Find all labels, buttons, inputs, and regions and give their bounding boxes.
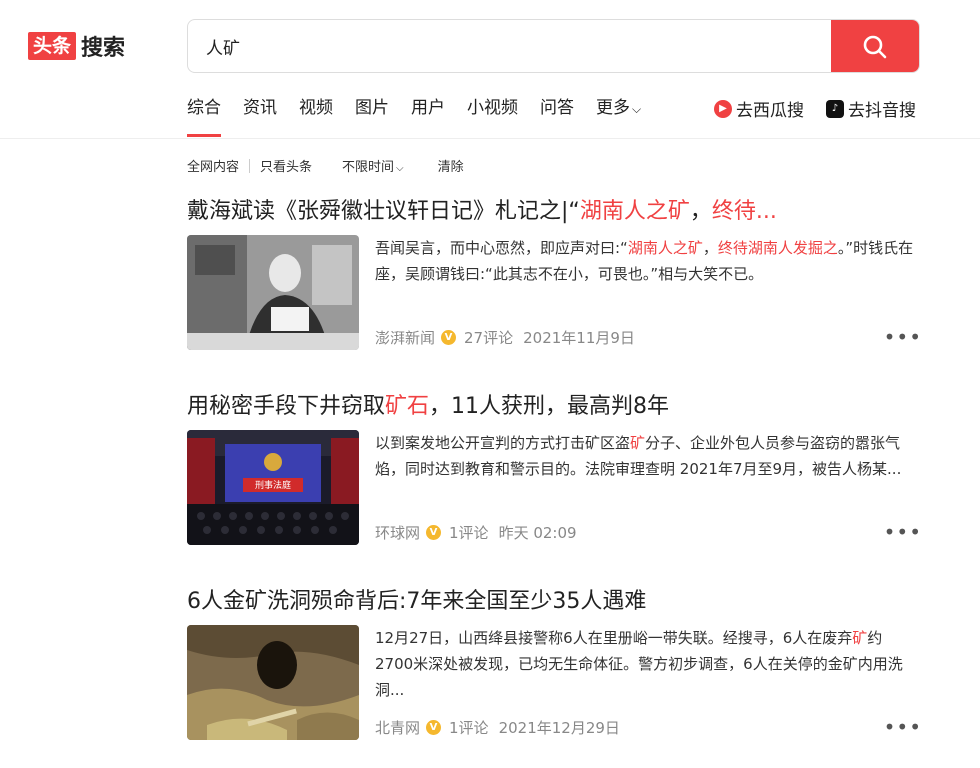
verified-icon: V bbox=[426, 720, 442, 735]
thumbnail-image: 刑事法庭 bbox=[187, 430, 359, 545]
xigua-icon: ▶ bbox=[714, 99, 732, 118]
title-part: 戴海斌读《张舜徽壮议轩日记》札记之|“ bbox=[187, 199, 580, 224]
tab-qa[interactable]: 问答 bbox=[540, 96, 574, 137]
logo-text: 搜索 bbox=[81, 36, 126, 61]
result-title[interactable]: 6人金矿洗洞殒命背后:7年来全国至少35人遇难 bbox=[187, 587, 922, 617]
result-snippet: 12月27日，山西绛县接警称6人在里册峪一带失联。经搜寻，6人在废弃矿约2700… bbox=[375, 625, 915, 703]
filter-time-dropdown[interactable]: 不限时间 ⌵ bbox=[342, 156, 404, 175]
snippet-highlight: 湖南人之矿 bbox=[627, 239, 703, 257]
go-douyin-link[interactable]: ♪ 去抖音搜 bbox=[826, 96, 916, 121]
thumbnail-image bbox=[187, 235, 359, 350]
go-douyin-label: 去抖音搜 bbox=[848, 101, 916, 121]
more-options-icon[interactable]: ••• bbox=[884, 522, 922, 542]
result-source[interactable]: 环球网 bbox=[375, 522, 420, 543]
tab-news[interactable]: 资讯 bbox=[243, 96, 277, 137]
douyin-icon: ♪ bbox=[826, 99, 844, 118]
court-sign-text: 刑事法庭 bbox=[255, 479, 291, 491]
result-time: 2021年12月29日 bbox=[498, 719, 620, 737]
tab-short-video[interactable]: 小视频 bbox=[467, 96, 518, 137]
tab-more[interactable]: 更多 ⌵ bbox=[596, 96, 641, 137]
search-result: 6人金矿洗洞殒命背后:7年来全国至少35人遇难 12月27日，山西绛县接警称6人… bbox=[187, 587, 922, 741]
result-body: 吾闻吴言，而中心恧然，即应声对曰:“湖南人之矿，终待湖南人发掘之。”时钱氏在座，… bbox=[187, 235, 922, 351]
filter-clear[interactable]: 清除 bbox=[438, 156, 464, 175]
title-part: 用秘密手段下井窃取 bbox=[187, 394, 386, 419]
result-body: 刑事法庭 以到案发地公开宣判的方式打击矿区盗矿分子、企业外包人员参与盗窃的嚣张气… bbox=[187, 430, 922, 546]
result-title[interactable]: 用秘密手段下井窃取矿石，11人获刑，最高判8年 bbox=[187, 392, 922, 422]
result-body: 12月27日，山西绛县接警称6人在里册峪一带失联。经搜寻，6人在废弃矿约2700… bbox=[187, 625, 922, 741]
result-thumbnail[interactable]: 刑事法庭 bbox=[187, 430, 359, 545]
title-part: ， bbox=[689, 199, 712, 224]
result-meta: 澎湃新闻 V 27评论 2021年11月9日 bbox=[375, 327, 645, 348]
verified-icon: V bbox=[426, 525, 442, 540]
top-bar: 头条 搜索 综合 资讯 视频 图片 用户 小视频 问答 更多⌵ ▶ 去西瓜搜 ♪… bbox=[0, 0, 980, 139]
title-highlight: 湖南人之矿 bbox=[579, 199, 690, 224]
tab-video[interactable]: 视频 bbox=[299, 96, 333, 137]
title-part: ，11人获刑，最高判8年 bbox=[429, 394, 670, 419]
snippet-highlight: 矿 bbox=[852, 629, 868, 647]
result-time: 昨天 02:09 bbox=[498, 524, 577, 542]
result-snippet: 以到案发地公开宣判的方式打击矿区盗矿分子、企业外包人员参与盗窃的嚣张气焰，同时达… bbox=[375, 430, 915, 482]
go-xigua-link[interactable]: ▶ 去西瓜搜 bbox=[714, 96, 804, 121]
filter-only-toutiao[interactable]: 只看头条 bbox=[260, 156, 312, 175]
more-options-icon[interactable]: ••• bbox=[884, 717, 922, 737]
chevron-down-icon: ⌵ bbox=[632, 102, 642, 116]
thumbnail-image bbox=[187, 625, 359, 740]
snippet-part: 12月27日，山西绛县接警称6人在里册峪一带失联。经搜寻，6人在废弃 bbox=[375, 629, 853, 647]
result-time: 2021年11月9日 bbox=[523, 329, 635, 347]
result-snippet: 吾闻吴言，而中心恧然，即应声对曰:“湖南人之矿，终待湖南人发掘之。”时钱氏在座，… bbox=[375, 235, 915, 287]
go-xigua-label: 去西瓜搜 bbox=[736, 101, 804, 121]
title-highlight: 终待... bbox=[711, 199, 777, 224]
search-input[interactable] bbox=[188, 20, 828, 72]
result-source[interactable]: 北青网 bbox=[375, 717, 420, 738]
snippet-highlight: 矿 bbox=[630, 434, 646, 452]
snippet-highlight: 终待湖南人发掘之 bbox=[717, 239, 838, 257]
filter-all-content[interactable]: 全网内容 bbox=[187, 156, 239, 175]
result-thumbnail[interactable] bbox=[187, 235, 359, 350]
search-button[interactable] bbox=[831, 20, 919, 72]
result-comments[interactable]: 1评论 bbox=[449, 717, 489, 738]
search-icon bbox=[863, 35, 887, 59]
verified-icon: V bbox=[441, 330, 457, 345]
snippet-part: 吾闻吴言，而中心恧然，即应声对曰:“ bbox=[375, 239, 628, 257]
logo-box: 头条 bbox=[28, 32, 77, 60]
result-source[interactable]: 澎湃新闻 bbox=[375, 327, 435, 348]
chevron-down-icon: ⌵ bbox=[396, 163, 404, 174]
tab-all[interactable]: 综合 bbox=[187, 96, 221, 137]
snippet-part: 以到案发地公开宣判的方式打击矿区盗 bbox=[375, 434, 631, 452]
search-result: 戴海斌读《张舜徽壮议轩日记》札记之|“湖南人之矿，终待... 吾闻吴言，而中心恧… bbox=[187, 197, 922, 351]
result-meta: 环球网 V 1评论 昨天 02:09 bbox=[375, 522, 587, 543]
tab-more-label: 更多 bbox=[596, 98, 630, 118]
tab-users[interactable]: 用户 bbox=[411, 96, 445, 137]
result-meta: 北青网 V 1评论 2021年12月29日 bbox=[375, 717, 630, 738]
snippet-part: ， bbox=[702, 239, 718, 257]
filter-bar: 全网内容 只看头条 不限时间 ⌵ 清除 bbox=[187, 156, 464, 175]
logo[interactable]: 头条 搜索 bbox=[28, 30, 125, 62]
filter-time-label: 不限时间 bbox=[342, 160, 395, 175]
filter-divider bbox=[249, 158, 251, 173]
search-bar bbox=[187, 19, 920, 73]
title-highlight: 矿石 bbox=[385, 394, 430, 419]
search-result: 用秘密手段下井窃取矿石，11人获刑，最高判8年 刑事法庭 以到案发地公开宣判的方… bbox=[187, 392, 922, 546]
result-comments[interactable]: 1评论 bbox=[449, 522, 489, 543]
search-tabs: 综合 资讯 视频 图片 用户 小视频 问答 更多 ⌵ bbox=[187, 96, 663, 137]
result-comments[interactable]: 27评论 bbox=[464, 327, 513, 348]
tab-images[interactable]: 图片 bbox=[355, 96, 389, 137]
result-title[interactable]: 戴海斌读《张舜徽壮议轩日记》札记之|“湖南人之矿，终待... bbox=[187, 197, 922, 227]
more-options-icon[interactable]: ••• bbox=[884, 327, 922, 347]
result-thumbnail[interactable] bbox=[187, 625, 359, 740]
